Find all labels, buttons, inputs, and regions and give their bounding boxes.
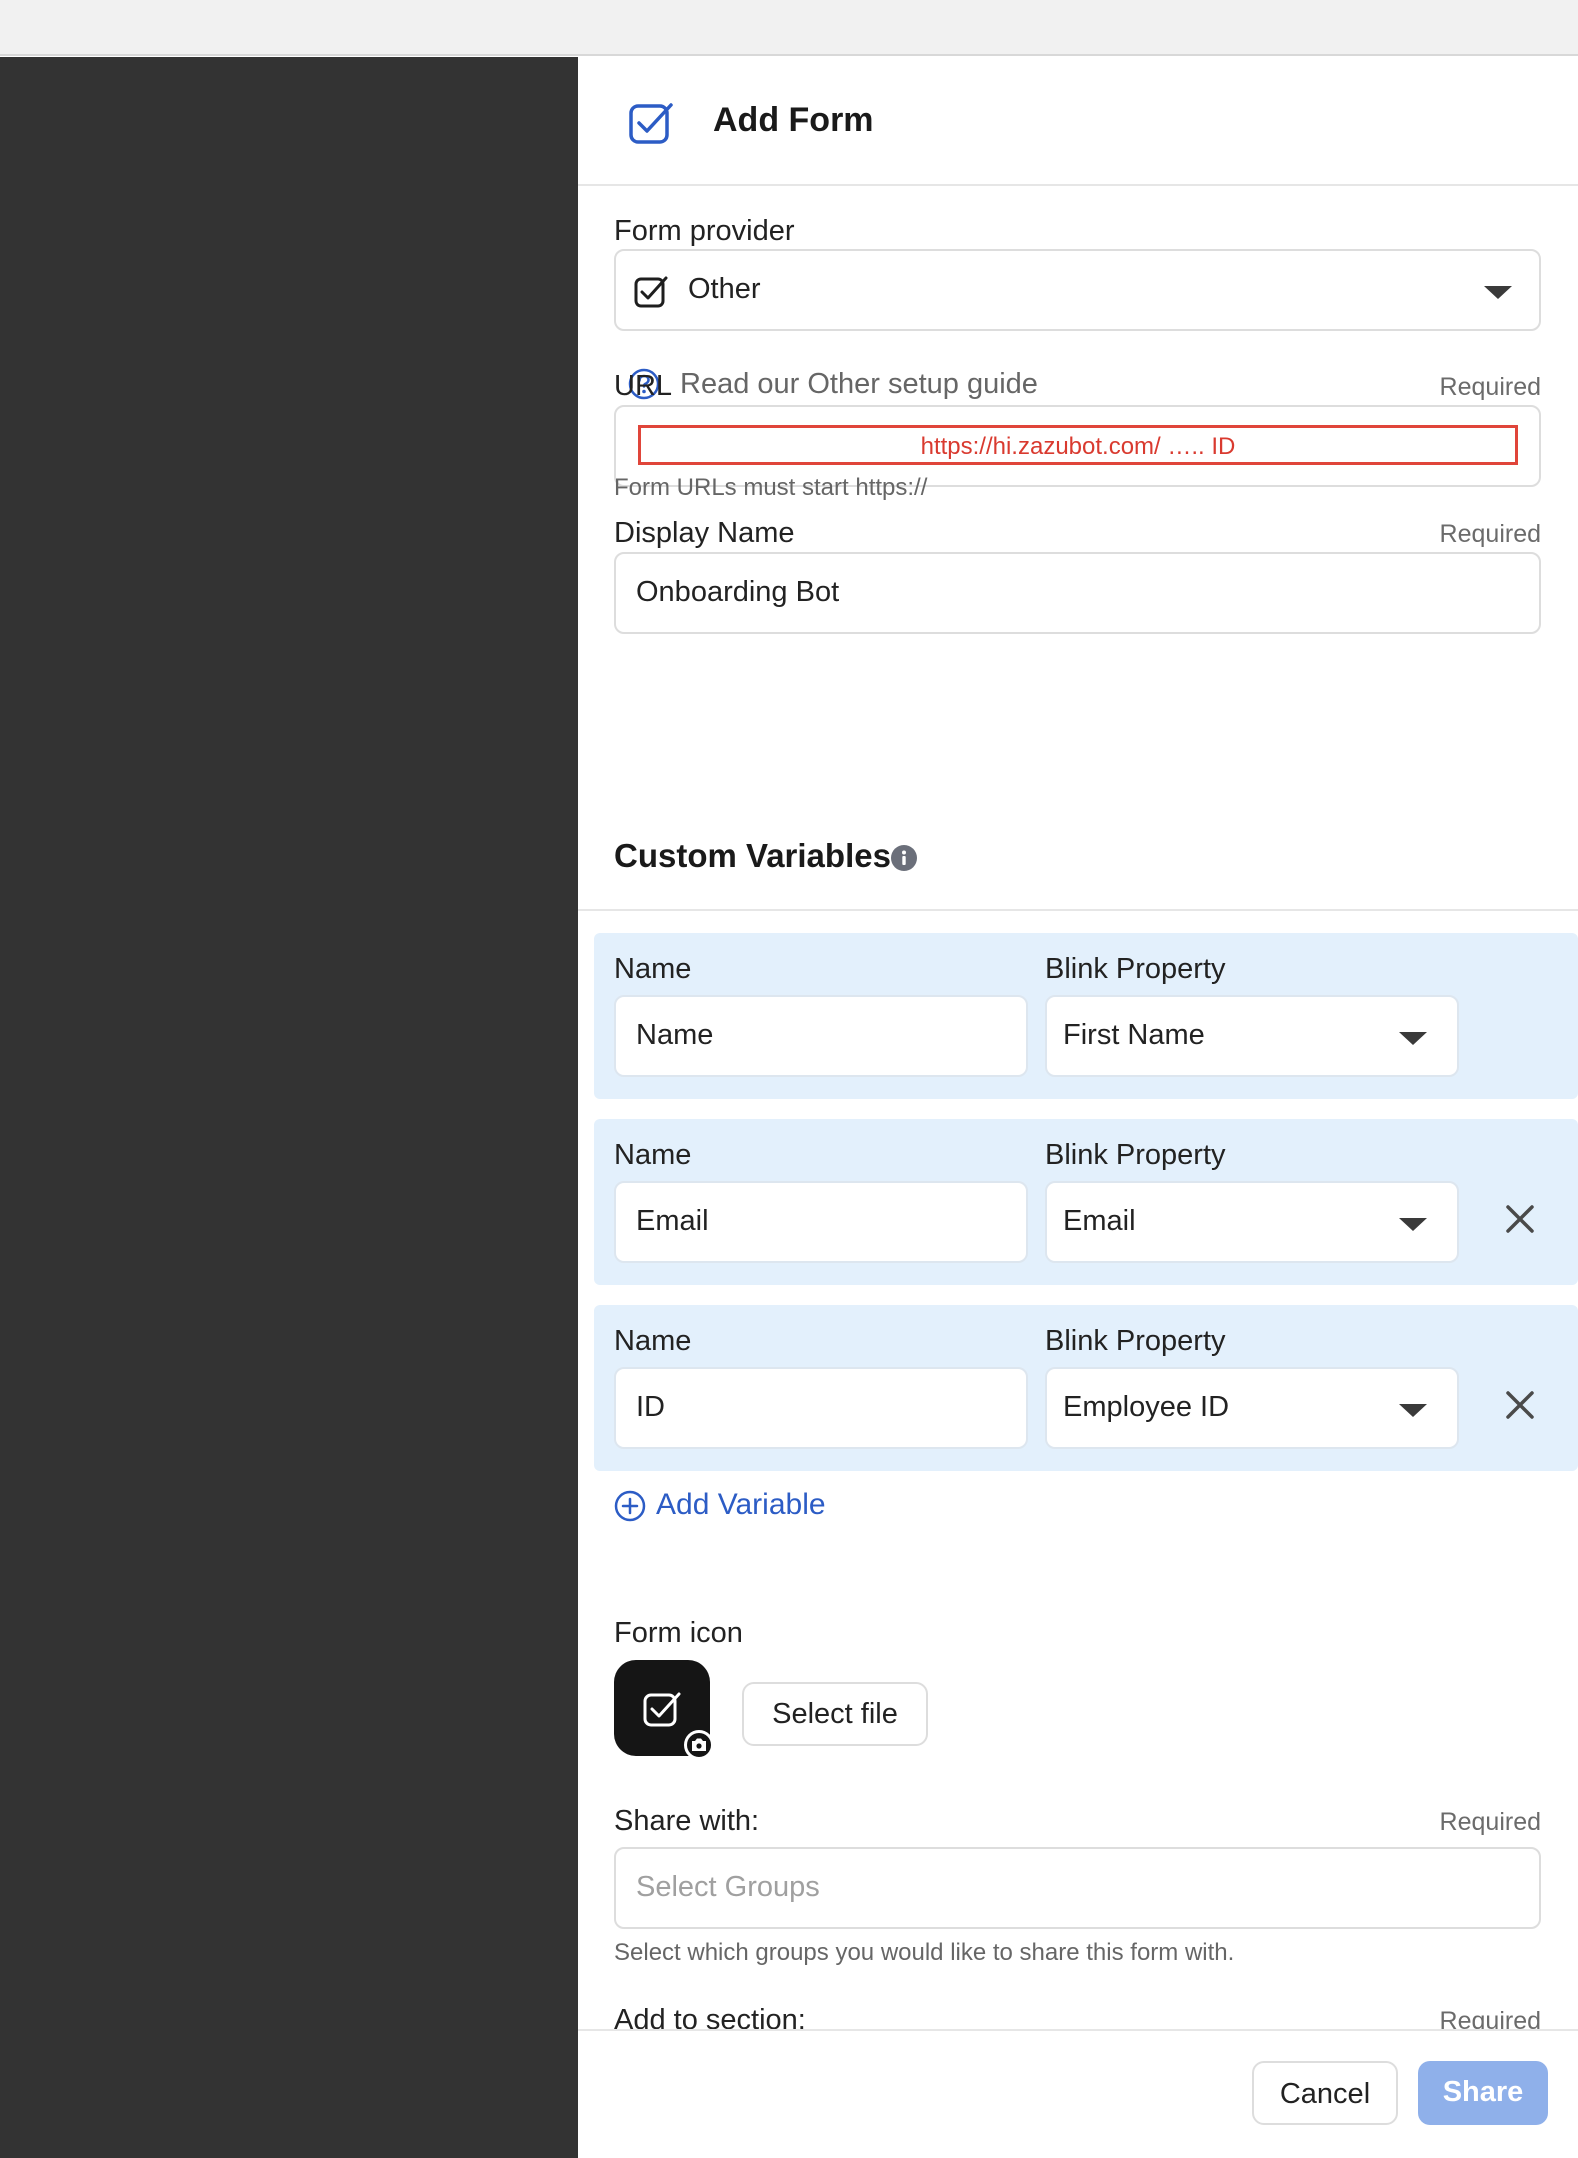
url-label: URL xyxy=(614,370,673,402)
blink-property-value: Employee ID xyxy=(1063,1391,1230,1423)
share-with-label: Share with: xyxy=(614,1805,760,1837)
variable-name-value: Email xyxy=(636,1205,709,1237)
blink-property-select[interactable]: Employee ID xyxy=(1045,1367,1459,1449)
share-button[interactable]: Share xyxy=(1418,2061,1548,2125)
add-to-section-required-text: Required xyxy=(1439,2007,1541,2029)
camera-icon xyxy=(684,1730,714,1760)
panel-header: Add Form xyxy=(578,57,1578,186)
variable-row: Name Blink Property Email Email xyxy=(594,1119,1578,1285)
blink-property-label: Blink Property xyxy=(1045,953,1226,985)
section-divider xyxy=(578,909,1578,911)
url-helper-text: Form URLs must start https:// xyxy=(614,474,928,501)
variable-name-label: Name xyxy=(614,953,692,985)
close-icon[interactable] xyxy=(1502,1201,1538,1237)
select-file-button[interactable]: Select file xyxy=(742,1682,928,1746)
info-icon[interactable] xyxy=(890,844,918,872)
display-name-required-text: Required xyxy=(1439,520,1541,548)
variable-name-input[interactable]: Email xyxy=(614,1181,1028,1263)
chevron-down-icon xyxy=(1399,1032,1427,1045)
add-to-section-label: Add to section: xyxy=(614,2004,806,2029)
variable-name-label: Name xyxy=(614,1325,692,1357)
share-with-required-text: Required xyxy=(1439,1808,1541,1836)
variable-name-value: ID xyxy=(636,1391,665,1423)
select-file-label: Select file xyxy=(772,1698,898,1730)
form-provider-select[interactable]: Other xyxy=(614,249,1541,331)
plus-circle-icon xyxy=(614,1490,646,1522)
panel-footer: Cancel Share xyxy=(578,2029,1578,2158)
variable-row: Name Blink Property Name First Name xyxy=(594,933,1578,1099)
share-with-helper-text: Select which groups you would like to sh… xyxy=(614,1939,1235,1966)
blink-property-value: Email xyxy=(1063,1205,1136,1237)
close-icon[interactable] xyxy=(1502,1387,1538,1423)
custom-variables-title: Custom Variables xyxy=(614,837,891,874)
background-overlay[interactable] xyxy=(0,57,578,2158)
display-name-value: Onboarding Bot xyxy=(636,576,840,608)
setup-guide-text: Read our Other setup guide xyxy=(680,368,1038,400)
display-name-label: Display Name xyxy=(614,517,795,549)
browser-top-bar xyxy=(0,0,1578,56)
page-title: Add Form xyxy=(713,101,874,139)
chevron-down-icon xyxy=(1399,1218,1427,1231)
variable-name-value: Name xyxy=(636,1019,714,1051)
share-with-placeholder: Select Groups xyxy=(636,1871,820,1903)
url-value: https://hi.zazubot.com/ ….. ID xyxy=(920,433,1236,460)
variable-row: Name Blink Property ID Employee ID xyxy=(594,1305,1578,1471)
checkbox-icon xyxy=(634,276,668,308)
display-name-input[interactable]: Onboarding Bot xyxy=(614,552,1541,634)
form-icon-preview[interactable] xyxy=(614,1660,714,1760)
chevron-down-icon xyxy=(1399,1404,1427,1417)
add-variable-label: Add Variable xyxy=(656,1488,826,1521)
variable-name-input[interactable]: Name xyxy=(614,995,1028,1077)
checkbox-icon xyxy=(629,103,673,144)
blink-property-value: First Name xyxy=(1063,1019,1205,1051)
share-with-groups-select[interactable]: Select Groups xyxy=(614,1847,1541,1929)
chevron-down-icon xyxy=(1484,286,1512,299)
panel-scroll-area[interactable]: Add Form Form provider Other Read our Ot… xyxy=(578,57,1578,2029)
form-provider-label: Form provider xyxy=(614,215,795,247)
url-required-text: Required xyxy=(1439,373,1541,401)
blink-property-select[interactable]: First Name xyxy=(1045,995,1459,1077)
add-form-panel: Add Form Form provider Other Read our Ot… xyxy=(578,57,1578,2158)
form-provider-value: Other xyxy=(688,273,761,305)
blink-property-label: Blink Property xyxy=(1045,1139,1226,1171)
blink-property-select[interactable]: Email xyxy=(1045,1181,1459,1263)
cancel-label: Cancel xyxy=(1279,2078,1371,2110)
blink-property-label: Blink Property xyxy=(1045,1325,1226,1357)
variable-name-label: Name xyxy=(614,1139,692,1171)
form-icon-label: Form icon xyxy=(614,1617,743,1649)
url-highlight-box: https://hi.zazubot.com/ ….. ID xyxy=(638,425,1518,465)
variable-name-input[interactable]: ID xyxy=(614,1367,1028,1449)
share-label: Share xyxy=(1442,2076,1524,2108)
cancel-button[interactable]: Cancel xyxy=(1252,2061,1398,2125)
checkbox-icon xyxy=(643,1692,681,1727)
